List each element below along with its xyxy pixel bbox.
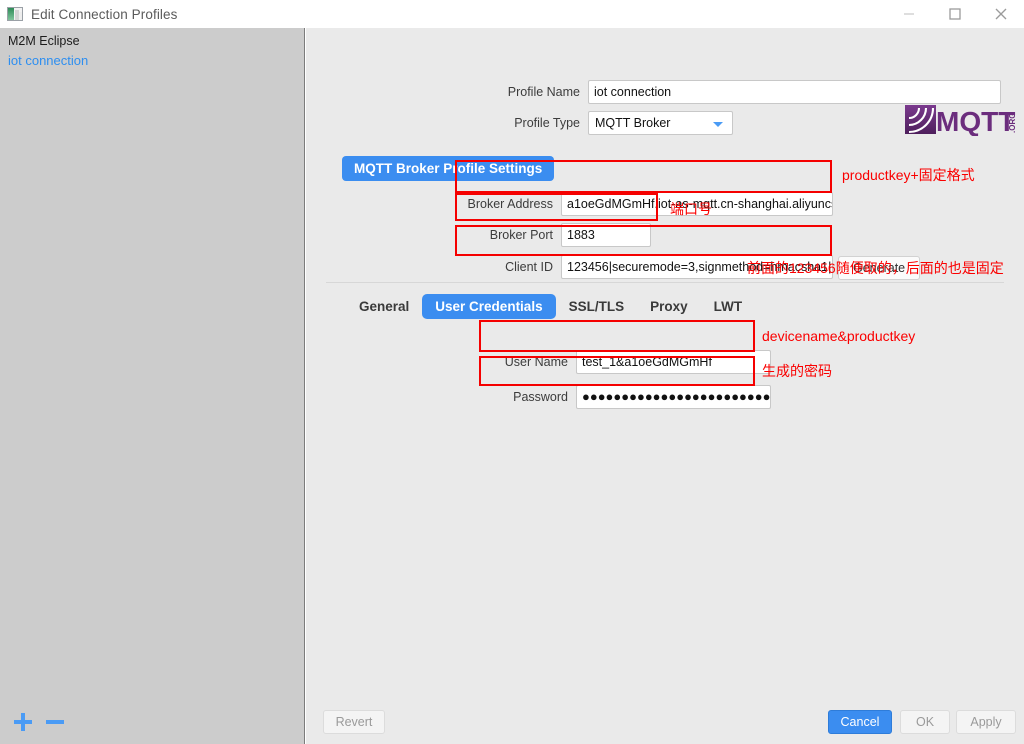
password-label: Password	[486, 390, 576, 404]
close-icon[interactable]	[978, 0, 1024, 28]
user-name-row: User Name test_1&a1oeGdMGmHf	[486, 350, 771, 374]
svg-text:MQTT: MQTT	[936, 106, 1015, 136]
annotation-user-name: devicename&productkey	[762, 328, 915, 344]
section-divider	[326, 282, 1004, 283]
password-input[interactable]: ●●●●●●●●●●●●●●●●●●●●●●●●●●●	[576, 385, 771, 409]
user-name-input[interactable]: test_1&a1oeGdMGmHf	[576, 350, 771, 374]
sidebar-footer	[0, 700, 304, 744]
remove-profile-icon[interactable]	[42, 709, 68, 735]
title-bar: Edit Connection Profiles	[0, 0, 1024, 28]
tab-lwt[interactable]: LWT	[701, 294, 756, 319]
profiles-sidebar: M2M Eclipse iot connection	[0, 28, 305, 744]
annotation-password: 生成的密码	[762, 361, 832, 381]
annotation-broker-address: productkey+固定格式	[842, 165, 975, 185]
user-name-label: User Name	[486, 355, 576, 369]
profile-type-label: Profile Type	[478, 116, 588, 130]
revert-button[interactable]: Revert	[323, 710, 385, 734]
profile-type-row: Profile Type MQTT Broker	[478, 111, 733, 135]
cancel-button[interactable]: Cancel	[828, 710, 892, 734]
broker-address-row: Broker Address a1oeGdMGmHf.iot-as-mqtt.c…	[461, 192, 833, 216]
window-controls	[886, 0, 1024, 28]
client-id-label: Client ID	[461, 260, 561, 274]
ok-button[interactable]: OK	[900, 710, 950, 734]
profiles-list: M2M Eclipse iot connection	[0, 28, 304, 68]
svg-text:.ORG: .ORG	[1008, 113, 1017, 133]
maximize-icon[interactable]	[932, 0, 978, 28]
tab-ssl-tls[interactable]: SSL/TLS	[556, 294, 638, 319]
broker-port-input[interactable]: 1883	[561, 223, 651, 247]
password-row: Password ●●●●●●●●●●●●●●●●●●●●●●●●●●●	[486, 385, 771, 409]
apply-button[interactable]: Apply	[956, 710, 1016, 734]
image-gallery-icon	[7, 7, 23, 21]
profile-name-input[interactable]: iot connection	[588, 80, 1001, 104]
annotation-client-id: 前面的123456随便取的，后面的也是固定	[747, 258, 1004, 278]
profile-editor-panel: Profile Name iot connection Profile Type…	[306, 28, 1024, 744]
tab-user-credentials[interactable]: User Credentials	[422, 294, 555, 319]
mqtt-org-logo: MQTT .ORG	[905, 103, 1021, 136]
sidebar-item-iot-connection[interactable]: iot connection	[0, 48, 304, 68]
window-title: Edit Connection Profiles	[31, 7, 177, 22]
profile-type-select[interactable]: MQTT Broker	[588, 111, 733, 135]
chevron-down-icon	[713, 122, 723, 127]
add-profile-icon[interactable]	[10, 709, 36, 735]
edit-connection-profiles-window: Edit Connection Profiles M2M Eclipse iot…	[0, 0, 1024, 744]
profile-name-label: Profile Name	[478, 85, 588, 99]
broker-port-label: Broker Port	[461, 228, 561, 242]
section-heading-mqtt-broker-profile-settings: MQTT Broker Profile Settings	[342, 156, 554, 181]
annotation-broker-port: 端口号	[670, 199, 712, 219]
profile-name-row: Profile Name iot connection	[478, 80, 1001, 104]
broker-address-label: Broker Address	[461, 197, 561, 211]
broker-port-row: Broker Port 1883	[461, 223, 651, 247]
credentials-tab-bar: General User Credentials SSL/TLS Proxy L…	[346, 294, 755, 319]
sidebar-group-m2m-eclipse: M2M Eclipse	[0, 28, 304, 48]
minimize-icon[interactable]	[886, 0, 932, 28]
profile-type-value: MQTT Broker	[595, 116, 670, 130]
tab-general[interactable]: General	[346, 294, 422, 319]
tab-proxy[interactable]: Proxy	[637, 294, 701, 319]
